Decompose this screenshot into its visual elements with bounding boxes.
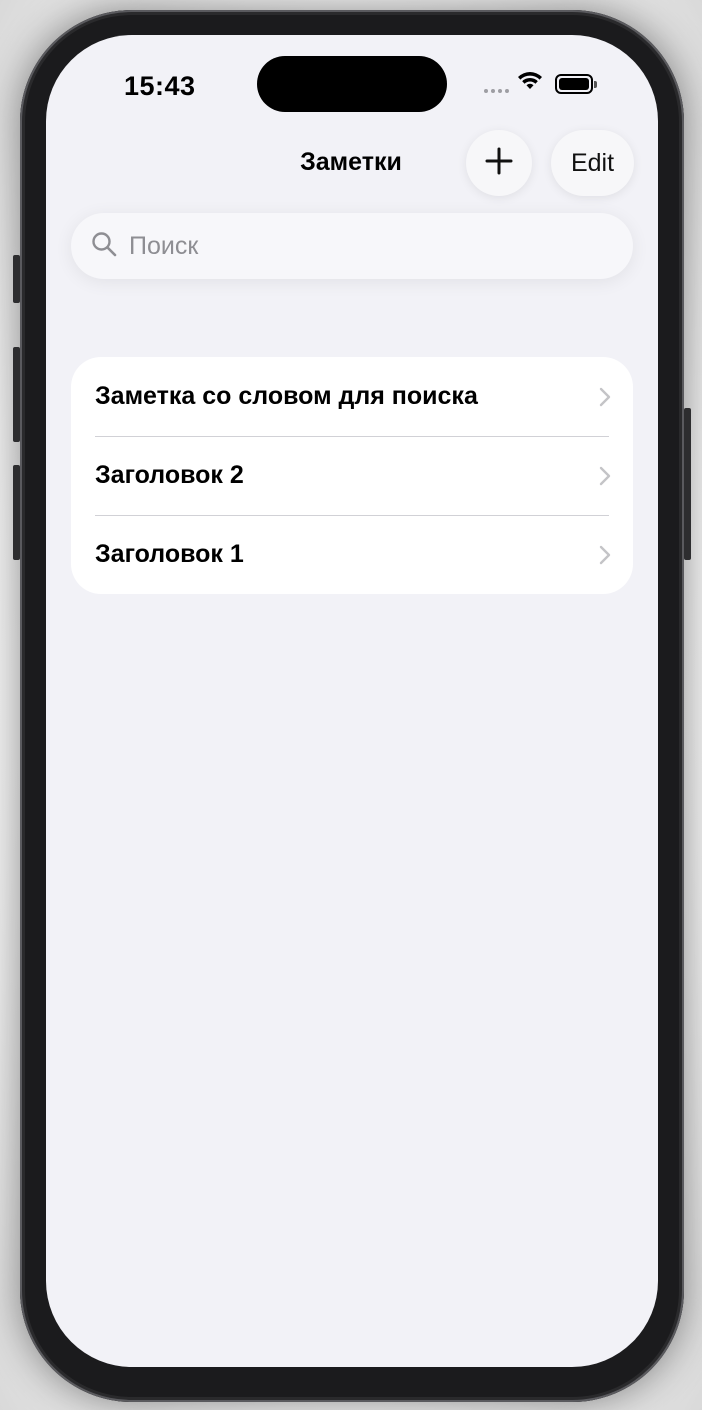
search-bar[interactable] <box>71 213 633 279</box>
note-title: Заголовок 2 <box>95 461 244 489</box>
battery-icon <box>555 73 597 94</box>
chevron-right-icon <box>599 466 611 486</box>
dynamic-island <box>257 56 447 112</box>
status-icons <box>484 71 597 96</box>
search-icon <box>91 231 117 262</box>
wifi-icon <box>517 71 543 96</box>
power-button <box>684 408 691 560</box>
cellular-signal-icon <box>484 88 509 93</box>
note-row[interactable]: Заголовок 2 <box>71 436 633 515</box>
edit-button-label: Edit <box>570 148 615 177</box>
action-button <box>13 255 20 303</box>
note-row[interactable]: Заметка со словом для поиска <box>71 357 633 436</box>
chevron-right-icon <box>599 545 611 565</box>
note-title: Заметка со словом для поиска <box>95 382 478 410</box>
search-input[interactable] <box>127 230 607 262</box>
note-title: Заголовок 1 <box>95 540 244 568</box>
app-screen: 15:43 Заметки Edit Поиск Заметка со слов… <box>46 35 658 1367</box>
chevron-right-icon <box>599 387 611 407</box>
volume-up-button <box>13 347 20 442</box>
add-note-button[interactable] <box>466 130 532 196</box>
notes-list: Заметка со словом для поиска Заголовок 2… <box>71 357 633 594</box>
page-title: Заметки <box>300 148 402 176</box>
edit-button[interactable]: Edit <box>551 130 634 196</box>
volume-down-button <box>13 465 20 560</box>
plus-icon <box>485 147 513 180</box>
note-row[interactable]: Заголовок 1 <box>71 515 633 594</box>
status-time: 15:43 <box>124 71 196 101</box>
